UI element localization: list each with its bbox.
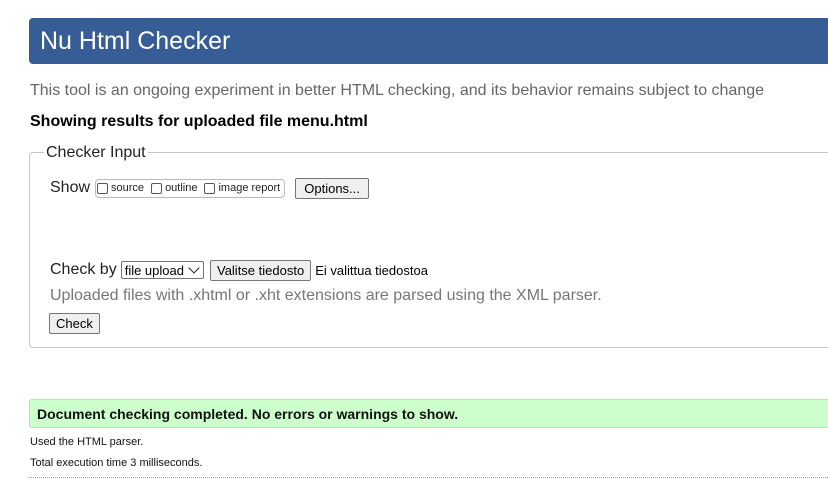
check-by-select[interactable]: file upload bbox=[120, 261, 204, 279]
divider bbox=[29, 477, 828, 478]
checker-input-fieldset: Checker Input Show source outline image … bbox=[29, 144, 828, 348]
source-checkbox-label: source bbox=[111, 182, 145, 194]
options-button[interactable]: Options... bbox=[295, 177, 369, 199]
show-options-row: Show source outline image report Options… bbox=[50, 177, 369, 199]
page-title: Nu Html Checker bbox=[40, 27, 231, 55]
outline-checkbox[interactable] bbox=[151, 182, 163, 194]
success-message: Document checking completed. No errors o… bbox=[37, 406, 459, 422]
show-source-option[interactable]: source bbox=[97, 182, 144, 194]
image-report-checkbox[interactable] bbox=[204, 182, 216, 194]
success-message-banner: Document checking completed. No errors o… bbox=[29, 399, 828, 428]
parser-note: Used the HTML parser. bbox=[30, 436, 144, 448]
check-by-label: Check by bbox=[50, 261, 117, 278]
checker-input-legend: Checker Input bbox=[44, 144, 148, 162]
show-image-report-option[interactable]: image report bbox=[204, 182, 280, 194]
show-options-group: source outline image report bbox=[95, 178, 286, 198]
check-by-selected-value: file upload bbox=[124, 262, 184, 278]
results-heading: Showing results for uploaded file menu.h… bbox=[30, 113, 368, 130]
check-button[interactable]: Check bbox=[49, 313, 100, 334]
show-label: Show bbox=[50, 179, 91, 196]
execution-time-note: Total execution time 3 milliseconds. bbox=[30, 457, 203, 469]
outline-checkbox-label: outline bbox=[165, 182, 198, 194]
header-banner: Nu Html Checker bbox=[29, 18, 828, 64]
xml-parser-note: Uploaded files with .xhtml or .xht exten… bbox=[50, 287, 602, 304]
choose-file-button[interactable]: Valitse tiedosto bbox=[209, 259, 312, 281]
show-outline-option[interactable]: outline bbox=[151, 182, 197, 194]
tagline: This tool is an ongoing experiment in be… bbox=[30, 82, 765, 99]
file-status: Ei valittua tiedostoa bbox=[315, 262, 428, 278]
image-report-checkbox-label: image report bbox=[218, 182, 281, 194]
check-by-row: Check by file upload Valitse tiedosto Ei… bbox=[50, 259, 428, 281]
chevron-down-icon bbox=[188, 262, 200, 274]
page: Nu Html Checker This tool is an ongoing … bbox=[0, 0, 828, 488]
source-checkbox[interactable] bbox=[97, 182, 109, 194]
